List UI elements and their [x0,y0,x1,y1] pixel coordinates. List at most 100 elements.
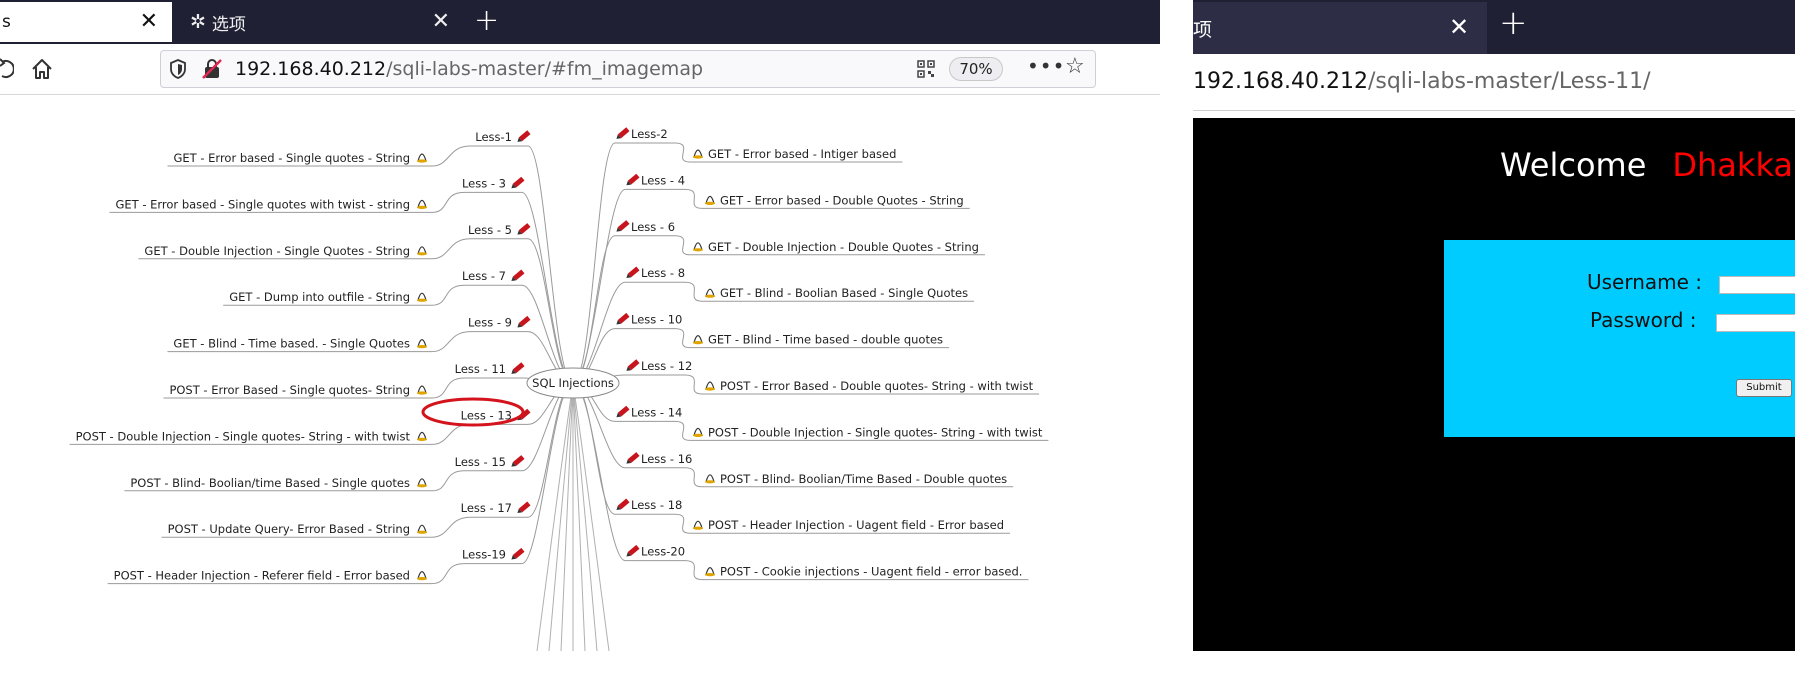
password-input[interactable] [1716,314,1795,332]
bookmark-star-icon[interactable]: ☆ [1065,54,1085,79]
more-actions-icon[interactable]: ••• [1027,54,1065,78]
insecure-lock-icon[interactable] [201,58,223,80]
tab-active[interactable]: s ✕ [0,2,172,42]
pencil-icon[interactable] [625,359,640,372]
lesson-description[interactable]: GET - Dump into outfile - String [229,290,410,304]
linux-penguin-icon[interactable] [693,149,703,159]
home-icon[interactable] [30,57,54,81]
lesson-node-6[interactable]: Less - 6 [631,220,675,234]
pencil-icon[interactable] [615,312,630,326]
pencil-icon[interactable] [510,269,525,282]
zoom-level-button[interactable]: 70% [949,57,1003,81]
lesson-node-11[interactable]: Less - 11 [455,362,506,376]
linux-penguin-icon[interactable] [693,242,703,252]
lesson-description[interactable]: POST - Header Injection - Referer field … [114,569,410,583]
linux-penguin-icon[interactable] [705,474,715,484]
pencil-icon[interactable] [615,127,630,140]
linux-penguin-icon[interactable] [417,199,427,209]
tab-active[interactable]: 项 ✕ [1193,2,1487,54]
pencil-icon[interactable] [510,362,525,375]
lesson-node-9[interactable]: Less - 9 [468,316,512,330]
linux-penguin-icon[interactable] [705,567,715,577]
lesson-description[interactable]: POST - Blind- Boolian/time Based - Singl… [130,476,410,490]
pencil-icon[interactable] [516,315,531,329]
linux-penguin-icon[interactable] [705,195,715,205]
pencil-icon[interactable] [615,498,630,511]
close-tab-icon[interactable]: ✕ [1449,13,1469,41]
lesson-node-16[interactable]: Less - 16 [641,452,692,466]
pencil-icon[interactable] [625,544,640,558]
linux-penguin-icon[interactable] [705,381,715,391]
linux-penguin-icon[interactable] [693,427,703,437]
lesson-node-20[interactable]: Less-20 [641,545,685,559]
lesson-description[interactable]: GET - Blind - Boolian Based - Single Quo… [720,286,968,300]
lesson-node-2[interactable]: Less-2 [631,127,668,141]
shield-icon[interactable] [169,59,187,79]
username-input[interactable] [1719,276,1795,294]
lesson-node-3[interactable]: Less - 3 [462,176,506,190]
linux-penguin-icon[interactable] [693,520,703,530]
submit-button[interactable]: Submit [1736,379,1792,397]
lesson-description[interactable]: POST - Double Injection - Single quotes-… [76,429,411,443]
pencil-icon[interactable] [625,173,640,187]
linux-penguin-icon[interactable] [417,478,427,488]
lesson-node-4[interactable]: Less - 4 [641,173,685,187]
pencil-icon[interactable] [510,547,525,561]
lesson-node-8[interactable]: Less - 8 [641,266,685,280]
linux-penguin-icon[interactable] [417,571,427,581]
lesson-node-14[interactable]: Less - 14 [631,405,682,419]
lesson-description[interactable]: GET - Double Injection - Double Quotes -… [708,240,979,254]
lesson-description[interactable]: GET - Error based - Single quotes with t… [115,197,410,211]
lesson-node-15[interactable]: Less - 15 [455,455,506,469]
pencil-icon[interactable] [510,455,525,468]
address-bar[interactable]: 192.168.40.212/sqli-labs-master/Less-11/ [1193,54,1795,111]
lesson-description[interactable]: POST - Update Query- Error Based - Strin… [168,522,410,536]
lesson-node-7[interactable]: Less - 7 [462,269,506,283]
lesson-node-5[interactable]: Less - 5 [468,223,512,237]
tab-options[interactable]: ✲ 选项 ✕ [176,2,464,42]
lesson-node-10[interactable]: Less - 10 [631,313,682,327]
linux-penguin-icon[interactable] [693,335,703,345]
lesson-node-19[interactable]: Less-19 [462,548,506,562]
address-bar[interactable]: 192.168.40.212/sqli-labs-master/#fm_imag… [160,50,1096,88]
qr-code-icon[interactable] [917,60,935,78]
pencil-icon[interactable] [516,223,531,236]
lesson-node-17[interactable]: Less - 17 [461,501,512,515]
lesson-description[interactable]: GET - Error based - Double Quotes - Stri… [720,193,964,207]
lesson-description[interactable]: POST - Header Injection - Uagent field -… [708,518,1004,532]
linux-penguin-icon[interactable] [417,524,427,534]
linux-penguin-icon[interactable] [417,292,427,302]
lesson-description[interactable]: POST - Double Injection - Single quotes-… [708,425,1043,439]
linux-penguin-icon[interactable] [417,153,427,163]
pencil-icon[interactable] [625,266,640,279]
pencil-icon[interactable] [510,176,525,190]
linux-penguin-icon[interactable] [417,431,427,441]
lesson-description[interactable]: GET - Blind - Time based - double quotes [708,333,943,347]
close-tab-icon[interactable]: ✕ [432,9,450,35]
pencil-icon[interactable] [625,452,640,465]
lesson-node-1[interactable]: Less-1 [475,130,512,144]
lesson-description[interactable]: GET - Error based - Intiger based [708,147,896,161]
pencil-icon[interactable] [516,130,531,143]
lesson-description[interactable]: GET - Error based - Single quotes - Stri… [173,151,410,165]
lesson-node-13[interactable]: Less - 13 [461,408,512,422]
linux-penguin-icon[interactable] [417,339,427,349]
lesson-description[interactable]: POST - Error Based - Double quotes- Stri… [720,379,1034,393]
lesson-description[interactable]: POST - Cookie injections - Uagent field … [720,565,1022,579]
linux-penguin-icon[interactable] [417,246,427,256]
new-tab-icon[interactable]: + [1499,6,1528,40]
new-tab-icon[interactable]: + [474,6,499,36]
reload-icon[interactable] [0,58,14,80]
pencil-icon[interactable] [615,220,630,233]
lesson-node-18[interactable]: Less - 18 [631,498,682,512]
pencil-icon[interactable] [615,405,630,419]
pencil-icon[interactable] [516,501,531,514]
close-tab-icon[interactable]: ✕ [140,9,158,35]
linux-penguin-icon[interactable] [417,385,427,395]
lesson-description[interactable]: POST - Error Based - Single quotes- Stri… [169,383,410,397]
lesson-description[interactable]: POST - Blind- Boolian/Time Based - Doubl… [720,472,1007,486]
linux-penguin-icon[interactable] [705,288,715,298]
lesson-description[interactable]: GET - Double Injection - Single Quotes -… [144,244,410,258]
lesson-node-12[interactable]: Less - 12 [641,359,692,373]
lesson-description[interactable]: GET - Blind - Time based. - Single Quote… [173,337,410,351]
